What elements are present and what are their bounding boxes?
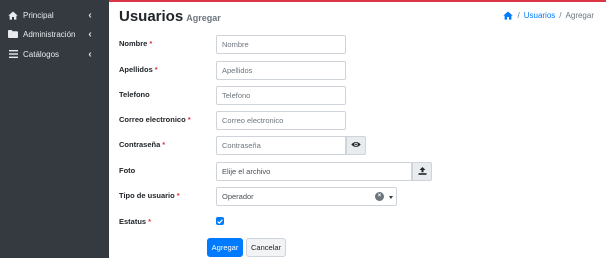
sidebar-item-label: Catálogos (23, 49, 60, 59)
sidebar-item-administracion[interactable]: Administración ‹ (0, 24, 109, 44)
breadcrumb-link-usuarios[interactable]: Usuarios (524, 11, 556, 20)
correo-label-text: Correo electronico (119, 115, 186, 124)
required-mark: * (187, 115, 191, 124)
apellidos-label: Apellidos * (119, 65, 158, 74)
sidebar-item-catalogos[interactable]: Catálogos ‹ (0, 44, 109, 64)
required-mark: * (176, 191, 180, 200)
page-title-text: Usuarios (119, 8, 184, 25)
agregar-button[interactable]: Agregar (207, 238, 243, 257)
required-mark: * (162, 140, 166, 149)
chevron-left-icon: ‹ (88, 28, 92, 40)
tipo-label-text: Tipo de usuario (119, 191, 175, 200)
sidebar-item-label: Administración (23, 29, 76, 39)
cancelar-button[interactable]: Cancelar (246, 238, 286, 257)
eye-icon (351, 141, 361, 150)
list-icon (8, 49, 18, 59)
tipo-usuario-select[interactable]: Operador × (216, 187, 397, 206)
required-mark: * (149, 39, 153, 48)
telefono-label-text: Telefono (119, 90, 150, 99)
tipo-usuario-value: Operador (222, 192, 254, 201)
chevron-left-icon: ‹ (88, 48, 92, 60)
form-row-contrasena: Contraseña * Contraseña (119, 136, 599, 155)
sidebar-item-principal[interactable]: Principal ‹ (0, 5, 109, 25)
foto-label: Foto (119, 166, 135, 175)
page-subtitle: Agregar (186, 13, 221, 23)
contrasena-label-text: Contraseña (119, 140, 161, 149)
estatus-label: Estatus * (119, 217, 151, 226)
correo-input[interactable]: Correo electronico (216, 111, 346, 130)
chevron-left-icon: ‹ (88, 9, 92, 21)
telefono-input[interactable]: Telefono (216, 86, 346, 105)
contrasena-label: Contraseña * (119, 140, 165, 149)
form-row-telefono: Telefono Telefono (119, 86, 599, 105)
apellidos-input[interactable]: Apellidos (216, 61, 346, 80)
nombre-label-text: Nombre (119, 39, 148, 48)
estatus-label-text: Estatus (119, 217, 147, 226)
form-row-estatus: Estatus * (119, 214, 599, 233)
home-icon (8, 10, 18, 20)
apellidos-label-text: Apellidos (119, 65, 153, 74)
page-title: Usuarios Agregar (119, 8, 221, 25)
form-row-apellidos: Apellidos * Apellidos (119, 61, 599, 80)
contrasena-input[interactable]: Contraseña (216, 136, 346, 155)
clear-selection-icon[interactable]: × (375, 192, 384, 201)
telefono-label: Telefono (119, 90, 150, 99)
folder-icon (8, 29, 18, 39)
estatus-checkbox[interactable] (216, 217, 224, 225)
toggle-password-button[interactable] (346, 136, 366, 155)
correo-label: Correo electronico * (119, 115, 191, 124)
breadcrumb-separator: / (559, 11, 562, 20)
nombre-label: Nombre * (119, 39, 152, 48)
form-row-nombre: Nombre * Nombre (119, 35, 599, 54)
sidebar-item-label: Principal (23, 10, 54, 20)
main-content: Usuarios Agregar / Usuarios / Agregar Nom… (109, 2, 606, 258)
sidebar: Principal ‹ Administración ‹ Catálogos ‹ (0, 0, 109, 258)
check-icon (217, 217, 223, 226)
upload-button[interactable] (412, 162, 432, 181)
required-mark: * (154, 65, 158, 74)
foto-label-text: Foto (119, 166, 136, 175)
required-mark: * (148, 217, 152, 226)
breadcrumb-separator: / (517, 11, 520, 20)
form-row-tipo: Tipo de usuario * Operador × (119, 187, 599, 206)
upload-icon (418, 166, 427, 177)
nombre-input[interactable]: Nombre (216, 35, 346, 54)
form-row-foto: Foto Elije el archivo (119, 162, 599, 181)
form-row-correo: Correo electronico * Correo electronico (119, 111, 599, 130)
home-icon[interactable] (503, 11, 514, 20)
foto-file-input[interactable]: Elije el archivo (216, 162, 412, 181)
breadcrumb-current: Agregar (565, 11, 594, 20)
chevron-down-icon[interactable] (389, 196, 393, 199)
breadcrumb: / Usuarios / Agregar (503, 11, 594, 20)
tipo-label: Tipo de usuario * (119, 191, 180, 200)
